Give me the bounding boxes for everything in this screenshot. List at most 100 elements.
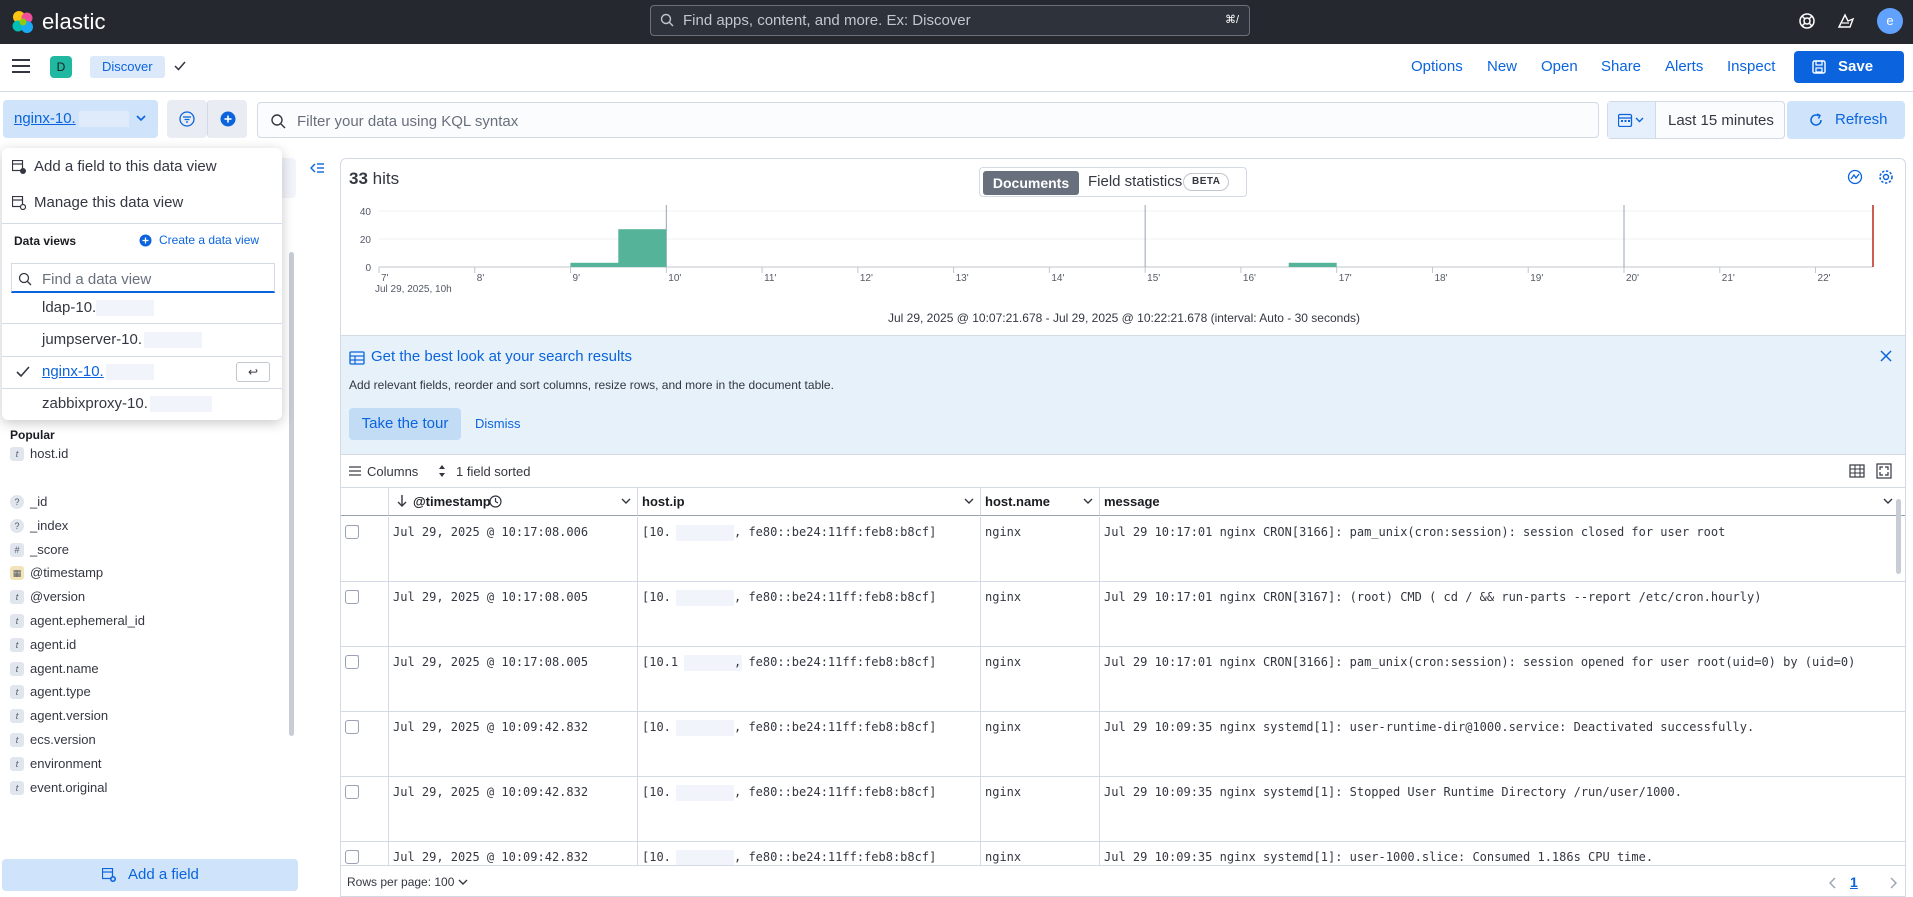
quick-select-button[interactable] bbox=[1608, 102, 1656, 138]
alerts-link[interactable]: Alerts bbox=[1665, 58, 1703, 75]
sort-fields-button[interactable]: 1 field sorted bbox=[456, 464, 530, 479]
cell-timestamp[interactable]: Jul 29, 2025 @ 10:09:42.832 bbox=[389, 777, 638, 842]
open-link[interactable]: Open bbox=[1541, 58, 1578, 75]
redacted-block bbox=[676, 850, 734, 865]
find-data-view-input[interactable]: Find a data view bbox=[11, 263, 275, 293]
filter-menu-button[interactable] bbox=[167, 100, 207, 138]
new-link[interactable]: New bbox=[1487, 58, 1517, 75]
brand-name[interactable]: elastic bbox=[42, 9, 106, 35]
table-row[interactable]: Jul 29, 2025 @ 10:09:42.832 [10. , fe80::b… bbox=[341, 712, 1905, 777]
field-name: agent.id bbox=[30, 636, 77, 652]
cell-host-name[interactable]: nginx bbox=[981, 517, 1100, 582]
inspect-link[interactable]: Inspect bbox=[1727, 58, 1775, 75]
tab-documents[interactable]: Documents bbox=[983, 171, 1079, 195]
sidebar-scrollbar[interactable] bbox=[289, 252, 294, 736]
tab-field-statistics[interactable]: Field statistics bbox=[1088, 173, 1182, 190]
dismiss-button[interactable]: Dismiss bbox=[475, 416, 521, 431]
cell-host-ip[interactable]: [10. , fe80::be24:11ff:feb8:b8cf] bbox=[638, 582, 981, 647]
row-checkbox[interactable] bbox=[345, 525, 359, 539]
page-number-current[interactable]: 1 bbox=[1850, 874, 1858, 890]
row-checkbox[interactable] bbox=[345, 590, 359, 604]
cell-timestamp[interactable]: Jul 29, 2025 @ 10:17:08.005 bbox=[389, 582, 638, 647]
row-checkbox[interactable] bbox=[345, 655, 359, 669]
table-scrollbar[interactable] bbox=[1896, 499, 1901, 574]
histogram-chart[interactable]: 40 20 0 7' 8' 9' 10' 11' 12' 13' 14' 15' 16' 17' 18' 19… bbox=[341, 197, 1907, 309]
cell-timestamp[interactable]: Jul 29, 2025 @ 10:09:42.832 bbox=[389, 712, 638, 777]
row-checkbox[interactable] bbox=[345, 850, 359, 864]
table-row[interactable]: Jul 29, 2025 @ 10:09:42.832 [10. , fe80::b… bbox=[341, 842, 1905, 865]
table-row[interactable]: Jul 29, 2025 @ 10:17:08.005 [10.1 , fe80::… bbox=[341, 647, 1905, 712]
row-checkbox[interactable] bbox=[345, 785, 359, 799]
add-filter-button[interactable] bbox=[207, 100, 247, 138]
redacted-block bbox=[676, 720, 734, 736]
row-checkbox[interactable] bbox=[345, 720, 359, 734]
cell-timestamp[interactable]: Jul 29, 2025 @ 10:17:08.006 bbox=[389, 517, 638, 582]
column-header-host-ip[interactable]: host.ip bbox=[638, 488, 981, 516]
kql-search-input[interactable]: Filter your data using KQL syntax bbox=[257, 102, 1599, 138]
cell-message[interactable]: Jul 29 10:09:35 nginx systemd[1]: user-r… bbox=[1100, 712, 1905, 777]
time-range-label[interactable]: Last 15 minutes bbox=[1668, 112, 1774, 129]
chevron-left-icon[interactable] bbox=[1829, 877, 1837, 889]
refresh-button[interactable]: Refresh bbox=[1787, 101, 1905, 139]
redacted-block bbox=[150, 396, 212, 412]
cell-timestamp[interactable]: Jul 29, 2025 @ 10:09:42.832 bbox=[389, 842, 638, 865]
date-picker[interactable]: Last 15 minutes bbox=[1607, 101, 1785, 139]
space-avatar[interactable]: D bbox=[50, 56, 72, 78]
add-field-button[interactable]: Add a field bbox=[2, 859, 298, 891]
cell-message[interactable]: Jul 29 10:09:35 nginx systemd[1]: Stoppe… bbox=[1100, 777, 1905, 842]
global-search-input[interactable]: Find apps, content, and more. Ex: Discov… bbox=[650, 5, 1250, 36]
cell-host-ip[interactable]: [10. , fe80::be24:11ff:feb8:b8cf] bbox=[638, 777, 981, 842]
cell-host-ip[interactable]: [10. , fe80::be24:11ff:feb8:b8cf] bbox=[638, 517, 981, 582]
cell-message[interactable]: Jul 29 10:17:01 nginx CRON[3167]: (root)… bbox=[1100, 582, 1905, 647]
chevron-down-icon[interactable] bbox=[964, 497, 974, 505]
user-avatar[interactable]: e bbox=[1877, 8, 1903, 34]
cell-message[interactable]: Jul 29 10:17:01 nginx CRON[3166]: pam_un… bbox=[1100, 647, 1905, 712]
cell-value: nginx bbox=[985, 525, 1022, 539]
share-link[interactable]: Share bbox=[1601, 58, 1641, 75]
column-header-host-name[interactable]: host.name bbox=[981, 488, 1100, 516]
data-view-item-nginx[interactable]: nginx-10. ↩ bbox=[2, 356, 282, 388]
fullscreen-icon[interactable] bbox=[1876, 463, 1892, 479]
take-tour-button[interactable]: Take the tour bbox=[349, 408, 461, 440]
cell-host-name[interactable]: nginx bbox=[981, 647, 1100, 712]
add-field-to-data-view-label: Add a field to this data view bbox=[34, 158, 217, 175]
cell-message[interactable]: Jul 29 10:09:35 nginx systemd[1]: user-1… bbox=[1100, 842, 1905, 865]
columns-button[interactable]: Columns bbox=[367, 464, 418, 479]
column-header-timestamp[interactable]: @timestamp bbox=[389, 488, 638, 516]
collapse-sidebar-icon[interactable] bbox=[309, 160, 325, 176]
save-button[interactable]: Save bbox=[1794, 51, 1904, 83]
cell-host-name[interactable]: nginx bbox=[981, 842, 1100, 865]
table-row[interactable]: Jul 29, 2025 @ 10:17:08.006 [10. , fe80::b… bbox=[341, 517, 1905, 582]
data-view-item-ldap[interactable]: ldap-10. bbox=[2, 292, 282, 324]
chevron-right-icon[interactable] bbox=[1889, 877, 1897, 889]
table-row[interactable]: Jul 29, 2025 @ 10:09:42.832 [10. , fe80::b… bbox=[341, 777, 1905, 842]
chevron-down-icon[interactable] bbox=[1883, 497, 1893, 505]
cell-host-ip[interactable]: [10. , fe80::be24:11ff:feb8:b8cf] bbox=[638, 712, 981, 777]
cell-message[interactable]: Jul 29 10:17:01 nginx CRON[3166]: pam_un… bbox=[1100, 517, 1905, 582]
column-header-message[interactable]: message bbox=[1100, 488, 1905, 516]
cell-timestamp[interactable]: Jul 29, 2025 @ 10:17:08.005 bbox=[389, 647, 638, 712]
hamburger-menu-icon[interactable] bbox=[12, 58, 30, 74]
help-icon[interactable] bbox=[1797, 11, 1817, 31]
chevron-down-icon[interactable] bbox=[1083, 497, 1093, 505]
table-row[interactable]: Jul 29, 2025 @ 10:17:08.005 [10. , fe80::b… bbox=[341, 582, 1905, 647]
chart-options-icon[interactable] bbox=[1847, 169, 1863, 185]
breadcrumb-discover[interactable]: Discover bbox=[90, 56, 165, 78]
data-view-item-zabbixproxy[interactable]: zabbixproxy-10. bbox=[2, 388, 282, 420]
app-navbar: D Discover Options New Open Share Alerts… bbox=[0, 44, 1913, 92]
close-icon[interactable] bbox=[1880, 350, 1892, 362]
display-options-icon[interactable] bbox=[1849, 463, 1865, 479]
cell-host-name[interactable]: nginx bbox=[981, 777, 1100, 842]
options-link[interactable]: Options bbox=[1411, 58, 1463, 75]
data-view-picker[interactable]: nginx-10. bbox=[3, 100, 158, 138]
elastic-logo-icon[interactable] bbox=[10, 9, 36, 35]
data-view-item-jumpserver[interactable]: jumpserver-10. bbox=[2, 324, 282, 356]
newsfeed-icon[interactable] bbox=[1836, 11, 1856, 31]
gear-icon[interactable] bbox=[1878, 169, 1894, 185]
cell-host-ip[interactable]: [10.1 , fe80::be24:11ff:feb8:b8cf] bbox=[638, 647, 981, 712]
chevron-down-icon[interactable] bbox=[621, 497, 631, 505]
cell-host-ip[interactable]: [10. , fe80::be24:11ff:feb8:b8cf] bbox=[638, 842, 981, 865]
rows-per-page-selector[interactable]: Rows per page: 100 bbox=[347, 875, 468, 889]
cell-host-name[interactable]: nginx bbox=[981, 712, 1100, 777]
cell-host-name[interactable]: nginx bbox=[981, 582, 1100, 647]
